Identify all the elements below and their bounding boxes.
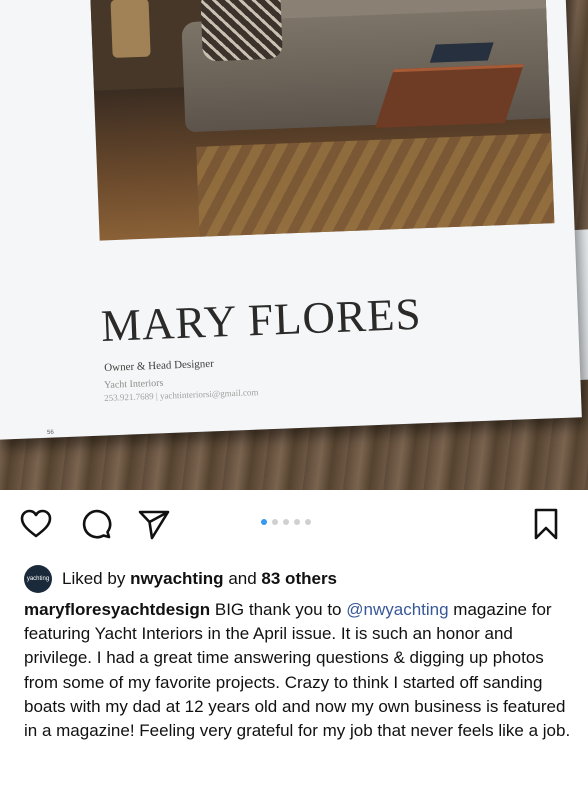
book [429, 42, 494, 63]
caption-username[interactable]: maryfloresyachtdesign [24, 600, 210, 619]
magazine-page [0, 0, 582, 440]
save-button[interactable] [528, 506, 564, 542]
likes-summary[interactable]: yachting Liked by nwyachting and 83 othe… [24, 565, 337, 593]
carousel-indicator [261, 519, 311, 525]
coffee-table [375, 64, 524, 128]
like-button[interactable] [18, 506, 54, 542]
decanter [110, 0, 151, 58]
post-photo[interactable]: MARY FLORES Owner & Head Designer Yacht … [0, 0, 588, 490]
carousel-dot [305, 519, 311, 525]
post-action-bar [0, 490, 588, 562]
rug [196, 132, 555, 241]
caption-text-start: BIG thank you to [214, 600, 342, 619]
bookmark-icon [534, 508, 558, 540]
throw-pillow [200, 0, 283, 62]
magazine-company-name: Yacht Interiors [104, 377, 164, 391]
post-caption: maryfloresyachtdesign BIG thank you to @… [24, 598, 576, 743]
likes-others-count[interactable]: 83 others [261, 569, 337, 589]
caption-mention[interactable]: @nwyachting [346, 600, 448, 619]
comment-button[interactable] [78, 506, 114, 542]
carousel-dot [294, 519, 300, 525]
liker-username[interactable]: nwyachting [130, 569, 224, 589]
liker-avatar[interactable]: yachting [24, 565, 52, 593]
interior-photo [90, 0, 555, 241]
likes-prefix: Liked by [62, 569, 126, 588]
carousel-dot [261, 519, 267, 525]
comment-icon [82, 509, 112, 539]
carousel-dot [272, 519, 278, 525]
likes-conjunction: and [228, 569, 257, 588]
paper-plane-icon [138, 510, 170, 540]
magazine-page-number: 56 [47, 429, 54, 436]
share-button[interactable] [136, 506, 172, 542]
carousel-dot [283, 519, 289, 525]
heart-icon [20, 509, 52, 538]
caption-text-rest: magazine for featuring Yacht Interiors i… [24, 600, 571, 741]
